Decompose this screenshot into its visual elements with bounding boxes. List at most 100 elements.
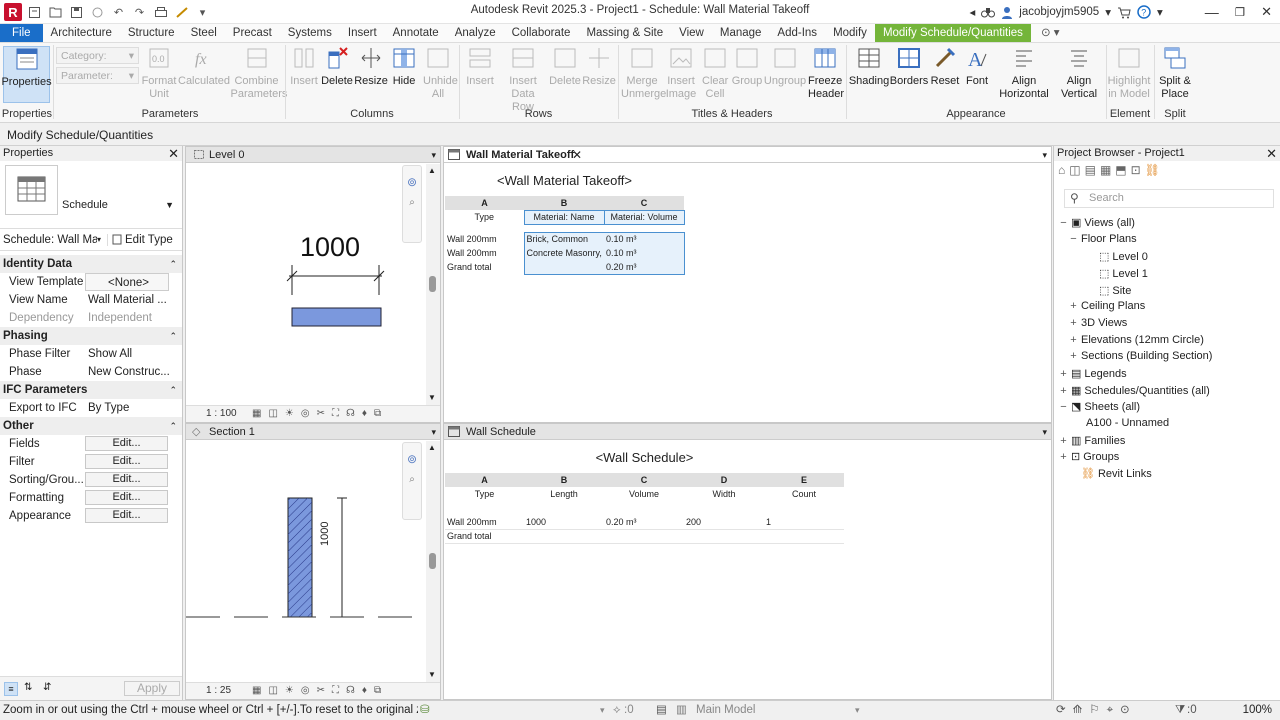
filter-icon[interactable]: ⧩ [1175,701,1185,720]
chevron-down-icon[interactable]: ▼ [165,200,174,210]
properties-button[interactable]: Properties [1,46,52,103]
collapse-icon[interactable]: ⌃ [169,255,177,273]
collapse-icon[interactable]: − [1059,217,1068,229]
expand-icon[interactable]: + [1069,334,1078,346]
tree-sheets[interactable]: − ⬔ Sheets (all) [1059,400,1140,414]
scroll-up-icon[interactable]: ▲ [428,166,436,175]
section-phasing[interactable]: Phasing ⌃ [0,327,182,345]
header-cell[interactable]: Type [445,210,524,224]
browser-search-input[interactable]: ⚲ Search [1064,189,1274,208]
view-name-field[interactable]: Wall Material ... [85,291,169,309]
panel-toggle[interactable]: ⊙ ▾ [1031,24,1070,42]
shading-button[interactable]: Shading [849,46,889,88]
tab-modify[interactable]: Modify [825,24,875,42]
hide-column-button[interactable]: Hide [388,46,420,88]
tree-3d-views[interactable]: +3D Views [1069,317,1127,329]
scroll-down-icon[interactable]: ▼ [428,393,436,402]
expand-icon[interactable]: + [1059,385,1068,397]
tab-view[interactable]: View [671,24,712,42]
table-cell[interactable]: 1000 [524,515,604,529]
tab-add-ins[interactable]: Add-Ins [769,24,825,42]
view-control-icons[interactable]: ▦◫☀◎✂⛶☊♦⧉ [252,406,388,422]
tab-file[interactable]: File [0,24,43,42]
schedule-icon[interactable]: ▦ [1100,163,1111,179]
tab-annotate[interactable]: Annotate [385,24,447,42]
tab-modify-schedule[interactable]: Modify Schedule/Quantities [874,24,1031,42]
view-control-icons[interactable]: ▦◫☀◎✂⛶☊♦⧉ [252,683,388,699]
expand-icon[interactable]: + [1069,350,1078,362]
view-scale[interactable]: 1 : 25 [206,685,231,696]
chevron-down-icon[interactable]: ▾ [1105,5,1111,19]
appearance-edit-button[interactable]: Edit... [85,508,168,523]
tree-families[interactable]: + ▥ Families [1059,434,1125,448]
scrollbar-vertical[interactable]: ▲ ▼ [426,164,440,406]
tree-revit-links[interactable]: ⛓ Revit Links [1069,467,1152,481]
chevron-down-icon[interactable]: ▾ [855,701,860,720]
merge-unmerge-button[interactable]: Merge Unmerge [621,46,666,101]
table-cell[interactable]: 0.10 m³ [604,231,685,246]
view-tab-material-takeoff[interactable]: Wall Material Takeoff ✕ ▾ [444,147,1051,163]
column-letter[interactable]: E [764,473,844,487]
collapse-icon[interactable]: ⌃ [169,381,177,399]
wall-plan-rect[interactable] [291,307,382,327]
header-cell[interactable]: Material: Name [523,209,605,225]
header-cell[interactable]: Type [445,487,524,501]
table-cell[interactable] [523,260,604,275]
tree-elevations[interactable]: + Elevations (12mm Circle) [1069,334,1204,346]
view-scale[interactable]: 1 : 100 [206,408,237,419]
scroll-thumb[interactable] [429,553,436,569]
reset-button[interactable]: Reset [929,46,961,88]
view-menu-icon[interactable]: ▾ [431,424,436,440]
minimize-icon[interactable]: — [1205,4,1219,20]
tree-level-0[interactable]: ⬚ Level 0 [1099,250,1148,264]
tab-systems[interactable]: Systems [280,24,340,42]
sort-categories-icon[interactable]: ≡ [4,682,18,696]
table-cell[interactable]: Wall 200mm [445,232,524,246]
header-cell[interactable]: Volume [604,487,684,501]
insert-image-button[interactable]: Insert Image [663,46,699,101]
expand-icon[interactable]: + [1069,317,1078,329]
section-ifc-parameters[interactable]: IFC Parameters ⌃ [0,381,182,399]
table-row[interactable]: Wall 200mm Brick, Common 0.10 m³ [445,231,685,246]
expand-icon[interactable]: + [1059,451,1068,463]
delete-column-button[interactable]: Delete [320,46,354,88]
filter-edit-button[interactable]: Edit... [85,454,168,469]
tab-precast[interactable]: Precast [225,24,280,42]
delete-row-button[interactable]: Delete [548,46,582,88]
ungroup-button[interactable]: Ungroup [763,46,807,88]
active-model[interactable]: Main Model [696,701,755,720]
table-cell[interactable]: 200 [684,515,764,529]
table-cell[interactable]: Wall 200mm [445,246,524,260]
chevron-down-icon[interactable]: ▾ [600,701,605,720]
table-row[interactable]: Wall 200mm 1000 0.20 m³ 200 1 [445,515,844,529]
calculated-button[interactable]: fx Calculated [178,46,230,88]
insert-column-button[interactable]: Insert [288,46,320,88]
view-icon[interactable]: ◫ [1069,163,1080,179]
back-arrow-icon[interactable]: ◂ [970,5,976,19]
scrollbar-vertical[interactable]: ▲ ▼ [426,441,440,683]
tree-floor-plans[interactable]: − Floor Plans [1069,233,1136,245]
view-menu-icon[interactable]: ▾ [1042,424,1047,440]
tree-groups[interactable]: + ⊡ Groups [1059,450,1119,464]
tab-collaborate[interactable]: Collaborate [504,24,579,42]
section-canvas[interactable]: 1000 [186,441,426,683]
expand-icon[interactable]: + [1059,435,1068,447]
editing-icon[interactable]: ⟡ [613,701,621,720]
table-cell[interactable]: 1 [764,515,844,529]
table-cell[interactable] [684,529,764,543]
tree-schedules[interactable]: + ▦ Schedules/Quantities (all) [1059,384,1209,398]
phase-value[interactable]: New Construc... [85,363,169,381]
steering-wheel-icon[interactable]: ⊚ [403,175,421,189]
insert-row-button[interactable]: Insert [462,46,498,88]
highlight-in-model-button[interactable]: Highlight in Model [1106,46,1152,101]
phase-filter-value[interactable]: Show All [85,345,169,363]
column-letter[interactable]: C [604,196,684,210]
collapse-icon[interactable]: ⌃ [169,327,177,345]
scroll-down-icon[interactable]: ▼ [428,670,436,679]
table-cell[interactable] [604,529,684,543]
close-icon[interactable]: ✕ [1261,4,1272,20]
align-vertical-button[interactable]: Align Vertical [1054,46,1104,101]
cart-icon[interactable] [1117,6,1131,19]
align-horizontal-button[interactable]: Align Horizontal [996,46,1052,101]
tab-structure[interactable]: Structure [120,24,183,42]
